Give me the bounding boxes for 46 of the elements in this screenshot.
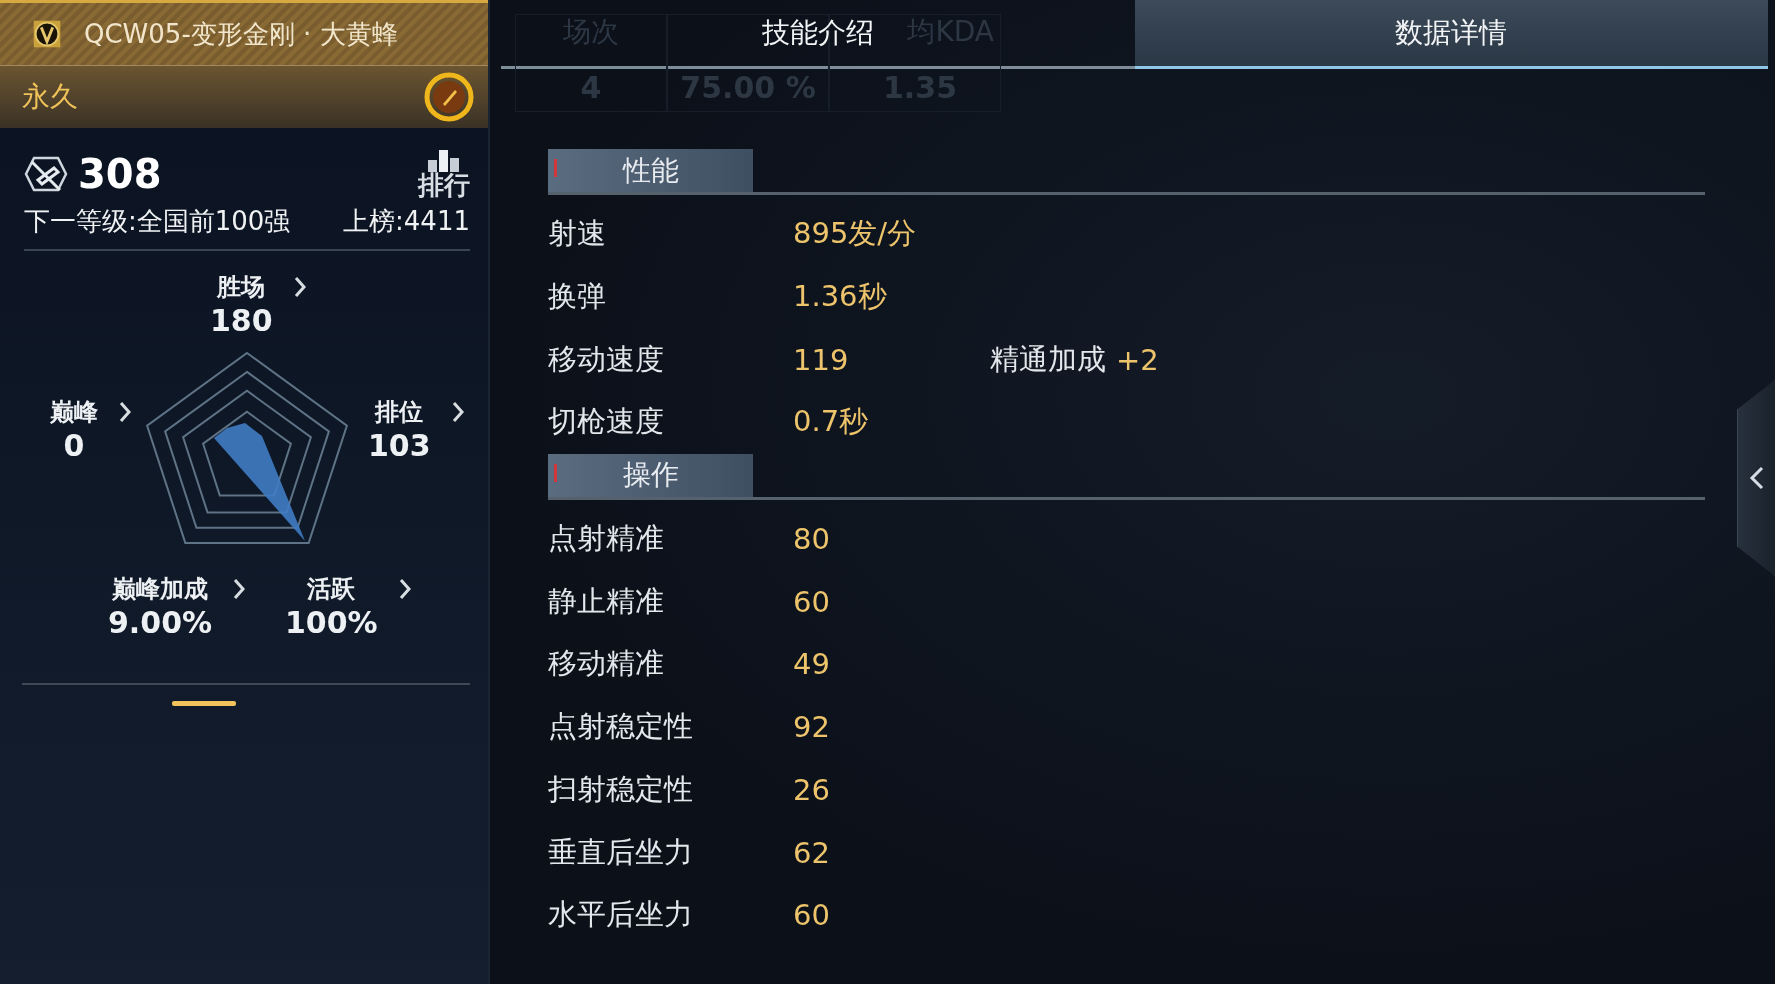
stat-value: 0.7秒 — [793, 403, 870, 441]
chevron-right-icon — [232, 577, 247, 601]
stat-label: 点射精准 — [548, 520, 665, 558]
rifle-icon — [24, 154, 68, 194]
stat-value: 60 — [793, 898, 831, 933]
stat-value: 60 — [793, 584, 831, 619]
stat-value: 26 — [793, 772, 831, 807]
chevron-right-icon — [450, 400, 465, 424]
stat-link[interactable]: 排位 103 — [368, 396, 465, 463]
next-level-text: 下一等级:全国前100强 — [24, 205, 291, 238]
stat-value: 62 — [793, 835, 831, 870]
tab[interactable]: 数据详情 — [1134, 0, 1768, 69]
stat-value: 119 — [793, 342, 850, 377]
stat-value: 1.36秒 — [793, 278, 888, 316]
stat-label: 切枪速度 — [548, 403, 665, 441]
stat-label: 扫射稳定性 — [548, 770, 694, 808]
stat-label: 水平后坐力 — [548, 896, 694, 934]
stat-link[interactable]: 巅峰加成 9.00% — [108, 573, 247, 640]
section-header: 性能 — [548, 149, 753, 192]
bonus-label: 精通加成 — [990, 340, 1106, 378]
stat-label: 换弹 — [548, 278, 607, 316]
stat-label: 射速 — [548, 215, 607, 253]
stat-value: 49 — [793, 647, 831, 682]
stat-link[interactable]: 活跃 100% — [285, 573, 412, 640]
stat-label: 移动精准 — [548, 645, 665, 683]
page-indicator — [172, 701, 236, 706]
stat-value: 895发/分 — [793, 215, 918, 253]
chevron-right-icon — [292, 275, 307, 299]
stat-label: 垂直后坐力 — [548, 833, 694, 871]
bullet-badge-icon[interactable] — [424, 72, 474, 122]
score-value: 308 — [78, 151, 162, 197]
stat-value: 80 — [793, 522, 831, 557]
chevron-right-icon — [397, 577, 412, 601]
stat-link[interactable]: 胜场 180 — [210, 271, 307, 338]
chevron-right-icon — [118, 400, 132, 424]
stat-label: 移动速度 — [548, 340, 665, 378]
ranking-button[interactable]: 排行 — [418, 150, 470, 198]
bonus-value: +2 — [1116, 342, 1159, 377]
stat-label: 静止精准 — [548, 582, 665, 620]
duration-label: 永久 — [22, 79, 78, 115]
weapon-title: QCW05-变形金刚 · 大黄蜂 — [84, 17, 398, 51]
stat-link[interactable]: 巅峰 0 — [50, 396, 132, 463]
stat-value: 92 — [793, 710, 831, 745]
stat-label: 点射稳定性 — [548, 708, 694, 746]
section-header: 操作 — [548, 453, 753, 497]
leaderboard-count: 上榜:4411 — [343, 205, 470, 238]
